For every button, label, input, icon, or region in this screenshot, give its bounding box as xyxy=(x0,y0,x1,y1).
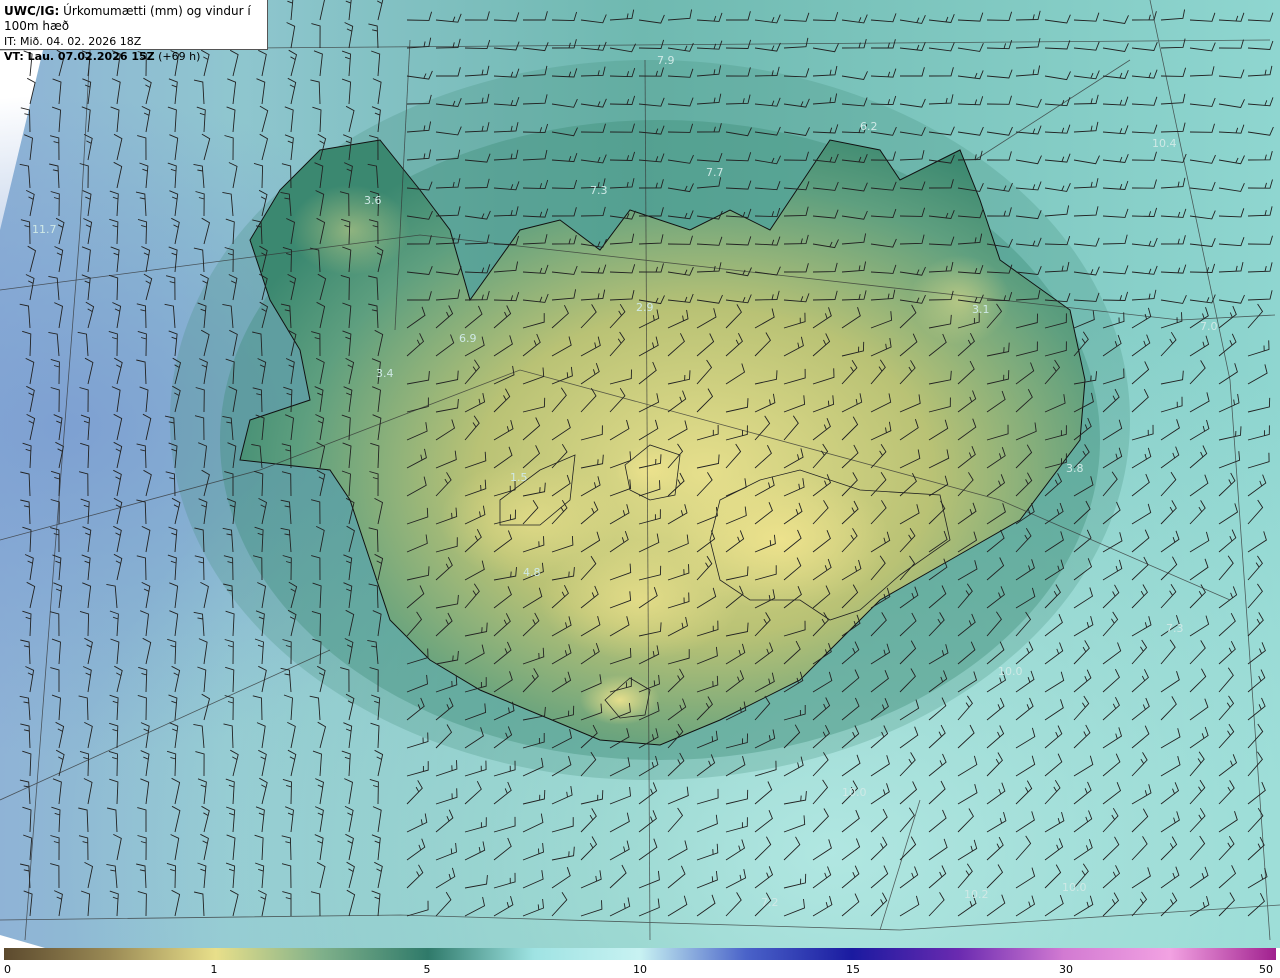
point-value: 10.2 xyxy=(964,888,989,901)
point-value: 7.9 xyxy=(657,54,675,67)
point-value: 7.3 xyxy=(1166,622,1184,635)
map-info-box: UWC/IG: Úrkomumætti (mm) og vindur í 100… xyxy=(0,0,268,63)
point-value: 7.7 xyxy=(706,166,724,179)
title-line: UWC/IG: Úrkomumætti (mm) og vindur í 100… xyxy=(4,4,263,34)
legend-ticks: 0 1 5 10 15 30 50 xyxy=(0,962,1280,978)
point-value: 11.7 xyxy=(32,223,57,236)
legend-tick: 50 xyxy=(1259,963,1273,976)
legend-tick: 1 xyxy=(210,963,218,976)
color-legend: 0 1 5 10 15 30 50 xyxy=(0,948,1280,978)
point-value: 3.1 xyxy=(972,303,990,316)
point-value: 2.9 xyxy=(636,301,654,314)
legend-tick: 30 xyxy=(1059,963,1073,976)
point-value: 6.9 xyxy=(459,332,477,345)
point-value: 7.2 xyxy=(761,896,779,909)
legend-tick: 0 xyxy=(4,963,11,976)
point-value: 6.2 xyxy=(860,120,878,133)
lead-time: (+69 h) xyxy=(158,50,201,63)
map-area[interactable]: 7.9 7.3 7.7 3.6 11.7 2.9 3.1 7.0 6.9 3.4… xyxy=(0,0,1280,948)
init-time: IT: Mið. 04. 02. 2026 18Z xyxy=(4,35,142,48)
legend-tick: 10 xyxy=(633,963,647,976)
valid-time: VT: Lau. 07.02.2026 15Z xyxy=(4,50,155,63)
model-code: UWC/IG: xyxy=(4,4,60,18)
legend-tick: 5 xyxy=(423,963,431,976)
point-value: 7.3 xyxy=(590,184,608,197)
point-value: 10.4 xyxy=(1152,137,1177,150)
point-value: 1.5 xyxy=(510,471,528,484)
point-value: 10.0 xyxy=(998,665,1023,678)
point-value: 3.4 xyxy=(376,367,394,380)
point-value: 10.0 xyxy=(1062,881,1087,894)
legend-tick: 15 xyxy=(846,963,860,976)
point-value: 4.8 xyxy=(523,566,541,579)
legend-colorbar xyxy=(4,948,1276,960)
point-value: 10.0 xyxy=(842,786,867,799)
valid-time-line: VT: Lau. 07.02.2026 15Z (+69 h) xyxy=(4,49,263,64)
point-value: 3.8 xyxy=(1066,462,1084,475)
point-value: 3.6 xyxy=(364,194,382,207)
precipitation-map: 7.9 7.3 7.7 3.6 11.7 2.9 3.1 7.0 6.9 3.4… xyxy=(0,0,1280,948)
point-value: 7.0 xyxy=(1200,320,1218,333)
